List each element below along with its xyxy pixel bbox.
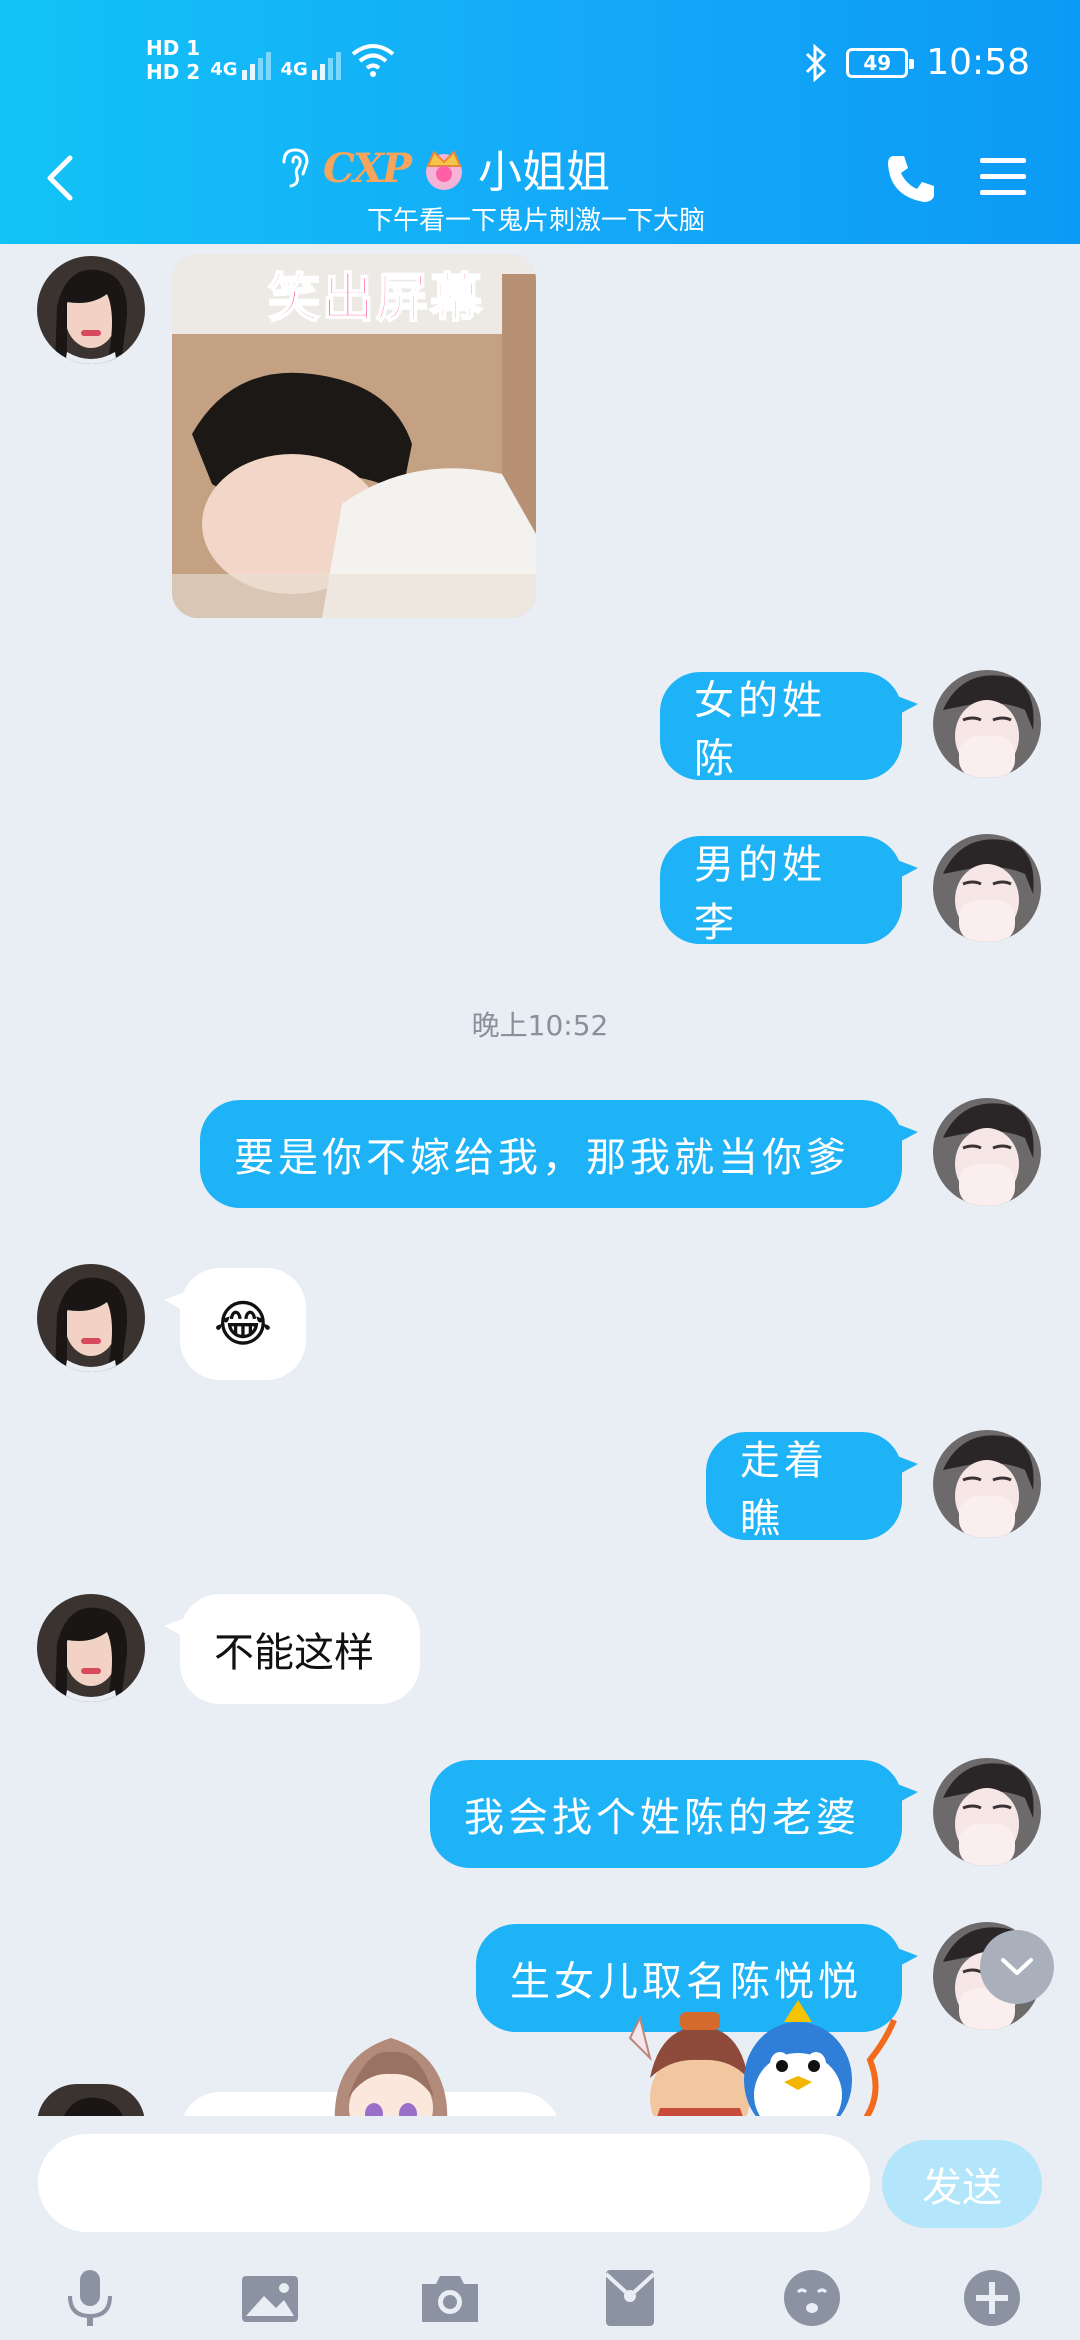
self-avatar[interactable] [933, 670, 1041, 778]
back-button[interactable] [36, 148, 86, 208]
status-bar: HD 1 HD 2 4G 4G 49 10:58 [0, 0, 1080, 130]
crown-icon [425, 150, 462, 190]
status-right: 49 10:58 [804, 42, 1030, 83]
contact-avatar[interactable] [37, 256, 145, 364]
microphone-icon[interactable] [58, 2266, 122, 2330]
message-list[interactable]: 笑出屏幕 女的姓陈 男的姓李 晚上10:52 要是你不嫁给我，那我就当你爹 😂 … [0, 244, 1080, 2116]
message-input[interactable] [38, 2134, 870, 2232]
time-divider: 晚上10:52 [471, 1009, 609, 1042]
signal-2: 4G [281, 40, 341, 80]
contact-avatar[interactable] [37, 1264, 145, 1372]
sim-indicators: HD 1 HD 2 [146, 36, 200, 84]
outgoing-message[interactable]: 男的姓李 [660, 836, 918, 946]
camera-icon[interactable] [418, 2266, 482, 2330]
ear-icon [282, 148, 309, 188]
signal-1: 4G [210, 40, 271, 80]
message-emoji: 😂 [213, 1295, 273, 1353]
message-text: 不能这样 [214, 1630, 374, 1676]
chevron-down-icon [1001, 1958, 1033, 1975]
incoming-message[interactable]: 不能这样 [164, 1594, 420, 1704]
photo-caption: 笑出屏幕 [267, 268, 485, 330]
chat-title-area[interactable]: CXP 小姐姐 下午看一下鬼片刺激一下大脑 [275, 136, 815, 237]
self-avatar[interactable] [933, 1430, 1041, 1538]
network-type-1: 4G [210, 59, 238, 80]
plus-icon[interactable] [960, 2266, 1024, 2330]
self-avatar[interactable] [933, 1098, 1041, 1206]
signal-bars-icon [241, 40, 271, 80]
message-row: 不能这样 [0, 1594, 1080, 1706]
outgoing-message[interactable]: 女的姓陈 [660, 672, 918, 782]
contact-avatar[interactable] [37, 2084, 145, 2116]
wifi-icon [351, 44, 395, 77]
network-type-2: 4G [280, 59, 308, 80]
message-row: 走着瞧 [0, 1430, 1080, 1542]
self-avatar[interactable] [933, 834, 1041, 942]
red-packet-icon[interactable] [598, 2266, 662, 2330]
message-row: 男的姓李 [0, 834, 1080, 946]
nav-bar: CXP 小姐姐 下午看一下鬼片刺激一下大脑 [0, 130, 1080, 244]
message-row: 😂 [0, 1264, 1080, 1380]
sim1-label: HD 1 [146, 36, 201, 60]
composer: 发送 [0, 2116, 1080, 2340]
phone-call-button[interactable] [882, 150, 940, 208]
outgoing-message[interactable]: 我会找个姓陈的老婆 [430, 1760, 918, 1868]
scroll-to-bottom-button[interactable] [980, 1930, 1054, 2004]
self-avatar[interactable] [933, 1758, 1041, 1866]
chat-header: HD 1 HD 2 4G 4G 49 10:58 CXP 小姐姐 下午看一下鬼片… [0, 0, 1080, 244]
sim2-label: HD 2 [146, 60, 201, 84]
incoming-message[interactable]: 😂 [164, 1268, 306, 1380]
outgoing-message[interactable]: 要是你不嫁给我，那我就当你爹 [200, 1100, 918, 1208]
battery-indicator: 49 [846, 47, 915, 78]
bluetooth-icon [806, 43, 827, 82]
signal-bars-icon [311, 40, 341, 80]
message-text: 要是你不嫁给我，那我就当你爹 [234, 1135, 850, 1181]
send-button[interactable]: 发送 [882, 2140, 1042, 2228]
chat-title: 小姐姐 [477, 147, 610, 198]
battery-level: 49 [863, 50, 892, 75]
vip-badge: CXP [323, 144, 412, 192]
message-row: 笑出屏幕 [0, 244, 1080, 624]
image-icon[interactable] [238, 2266, 302, 2330]
outgoing-message[interactable]: 走着瞧 [706, 1432, 918, 1542]
clock: 10:58 [926, 42, 1030, 83]
message-text: 走着瞧 [740, 1438, 828, 1542]
message-row: 我会找个姓陈的老婆 [0, 1758, 1080, 1868]
message-row: 要是你不嫁给我，那我就当你爹 [0, 1098, 1080, 1208]
title-row: CXP 小姐姐 [275, 136, 815, 200]
composer-toolbar [0, 2256, 1080, 2340]
status-left: HD 1 HD 2 4G 4G [146, 36, 395, 84]
contact-avatar[interactable] [37, 1594, 145, 1702]
message-row: 生女儿取名陈悦悦 [0, 1922, 1080, 2032]
message-row: 女的姓陈 [0, 670, 1080, 782]
chat-subtitle: 下午看一下鬼片刺激一下大脑 [367, 206, 706, 236]
menu-button[interactable] [976, 150, 1030, 204]
message-row [0, 2084, 1080, 2116]
message-text: 我会找个姓陈的老婆 [464, 1795, 860, 1841]
image-message[interactable]: 笑出屏幕 [172, 254, 536, 618]
message-text: 女的姓陈 [694, 678, 826, 782]
emoji-icon[interactable] [780, 2266, 844, 2330]
message-text: 男的姓李 [694, 842, 826, 946]
